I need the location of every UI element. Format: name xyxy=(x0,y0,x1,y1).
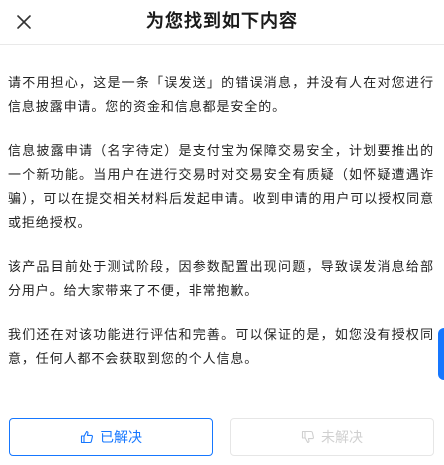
resolved-label: 已解决 xyxy=(100,430,142,446)
resolved-button[interactable]: 已解决 xyxy=(9,418,213,456)
paragraph-reassurance: 请不用担心，这是一条「误发送」的错误消息，并没有人在对您进行信息披露申请。您的资… xyxy=(8,76,434,115)
thumbs-up-icon xyxy=(80,430,94,444)
unresolved-label: 未解决 xyxy=(321,430,363,446)
feedback-footer: 已解决 未解决 xyxy=(0,406,444,465)
feedback-page: 为您找到如下内容 请不用担心，这是一条「误发送」的错误消息，并没有人在对您进行信… xyxy=(0,0,444,465)
paragraph-apology: 该产品目前处于测试阶段，因参数配置出现问题，导致误发消息给部分用户。给大家带来了… xyxy=(8,260,434,299)
side-drawer-handle[interactable] xyxy=(438,328,444,380)
thumbs-down-icon xyxy=(301,430,315,444)
page-title: 为您找到如下内容 xyxy=(146,11,298,32)
header-bar: 为您找到如下内容 xyxy=(0,0,444,45)
unresolved-button[interactable]: 未解决 xyxy=(230,418,434,456)
paragraph-privacy-guarantee: 我们还在对该功能进行评估和完善。可以保证的是，如您没有授权同意，任何人都不会获取… xyxy=(8,328,434,367)
paragraph-feature-explanation: 信息披露申请（名字待定）是支付宝为保障交易安全，计划要推出的一个新功能。当用户在… xyxy=(8,144,434,231)
message-content: 请不用担心，这是一条「误发送」的错误消息，并没有人在对您进行信息披露申请。您的资… xyxy=(8,72,434,372)
